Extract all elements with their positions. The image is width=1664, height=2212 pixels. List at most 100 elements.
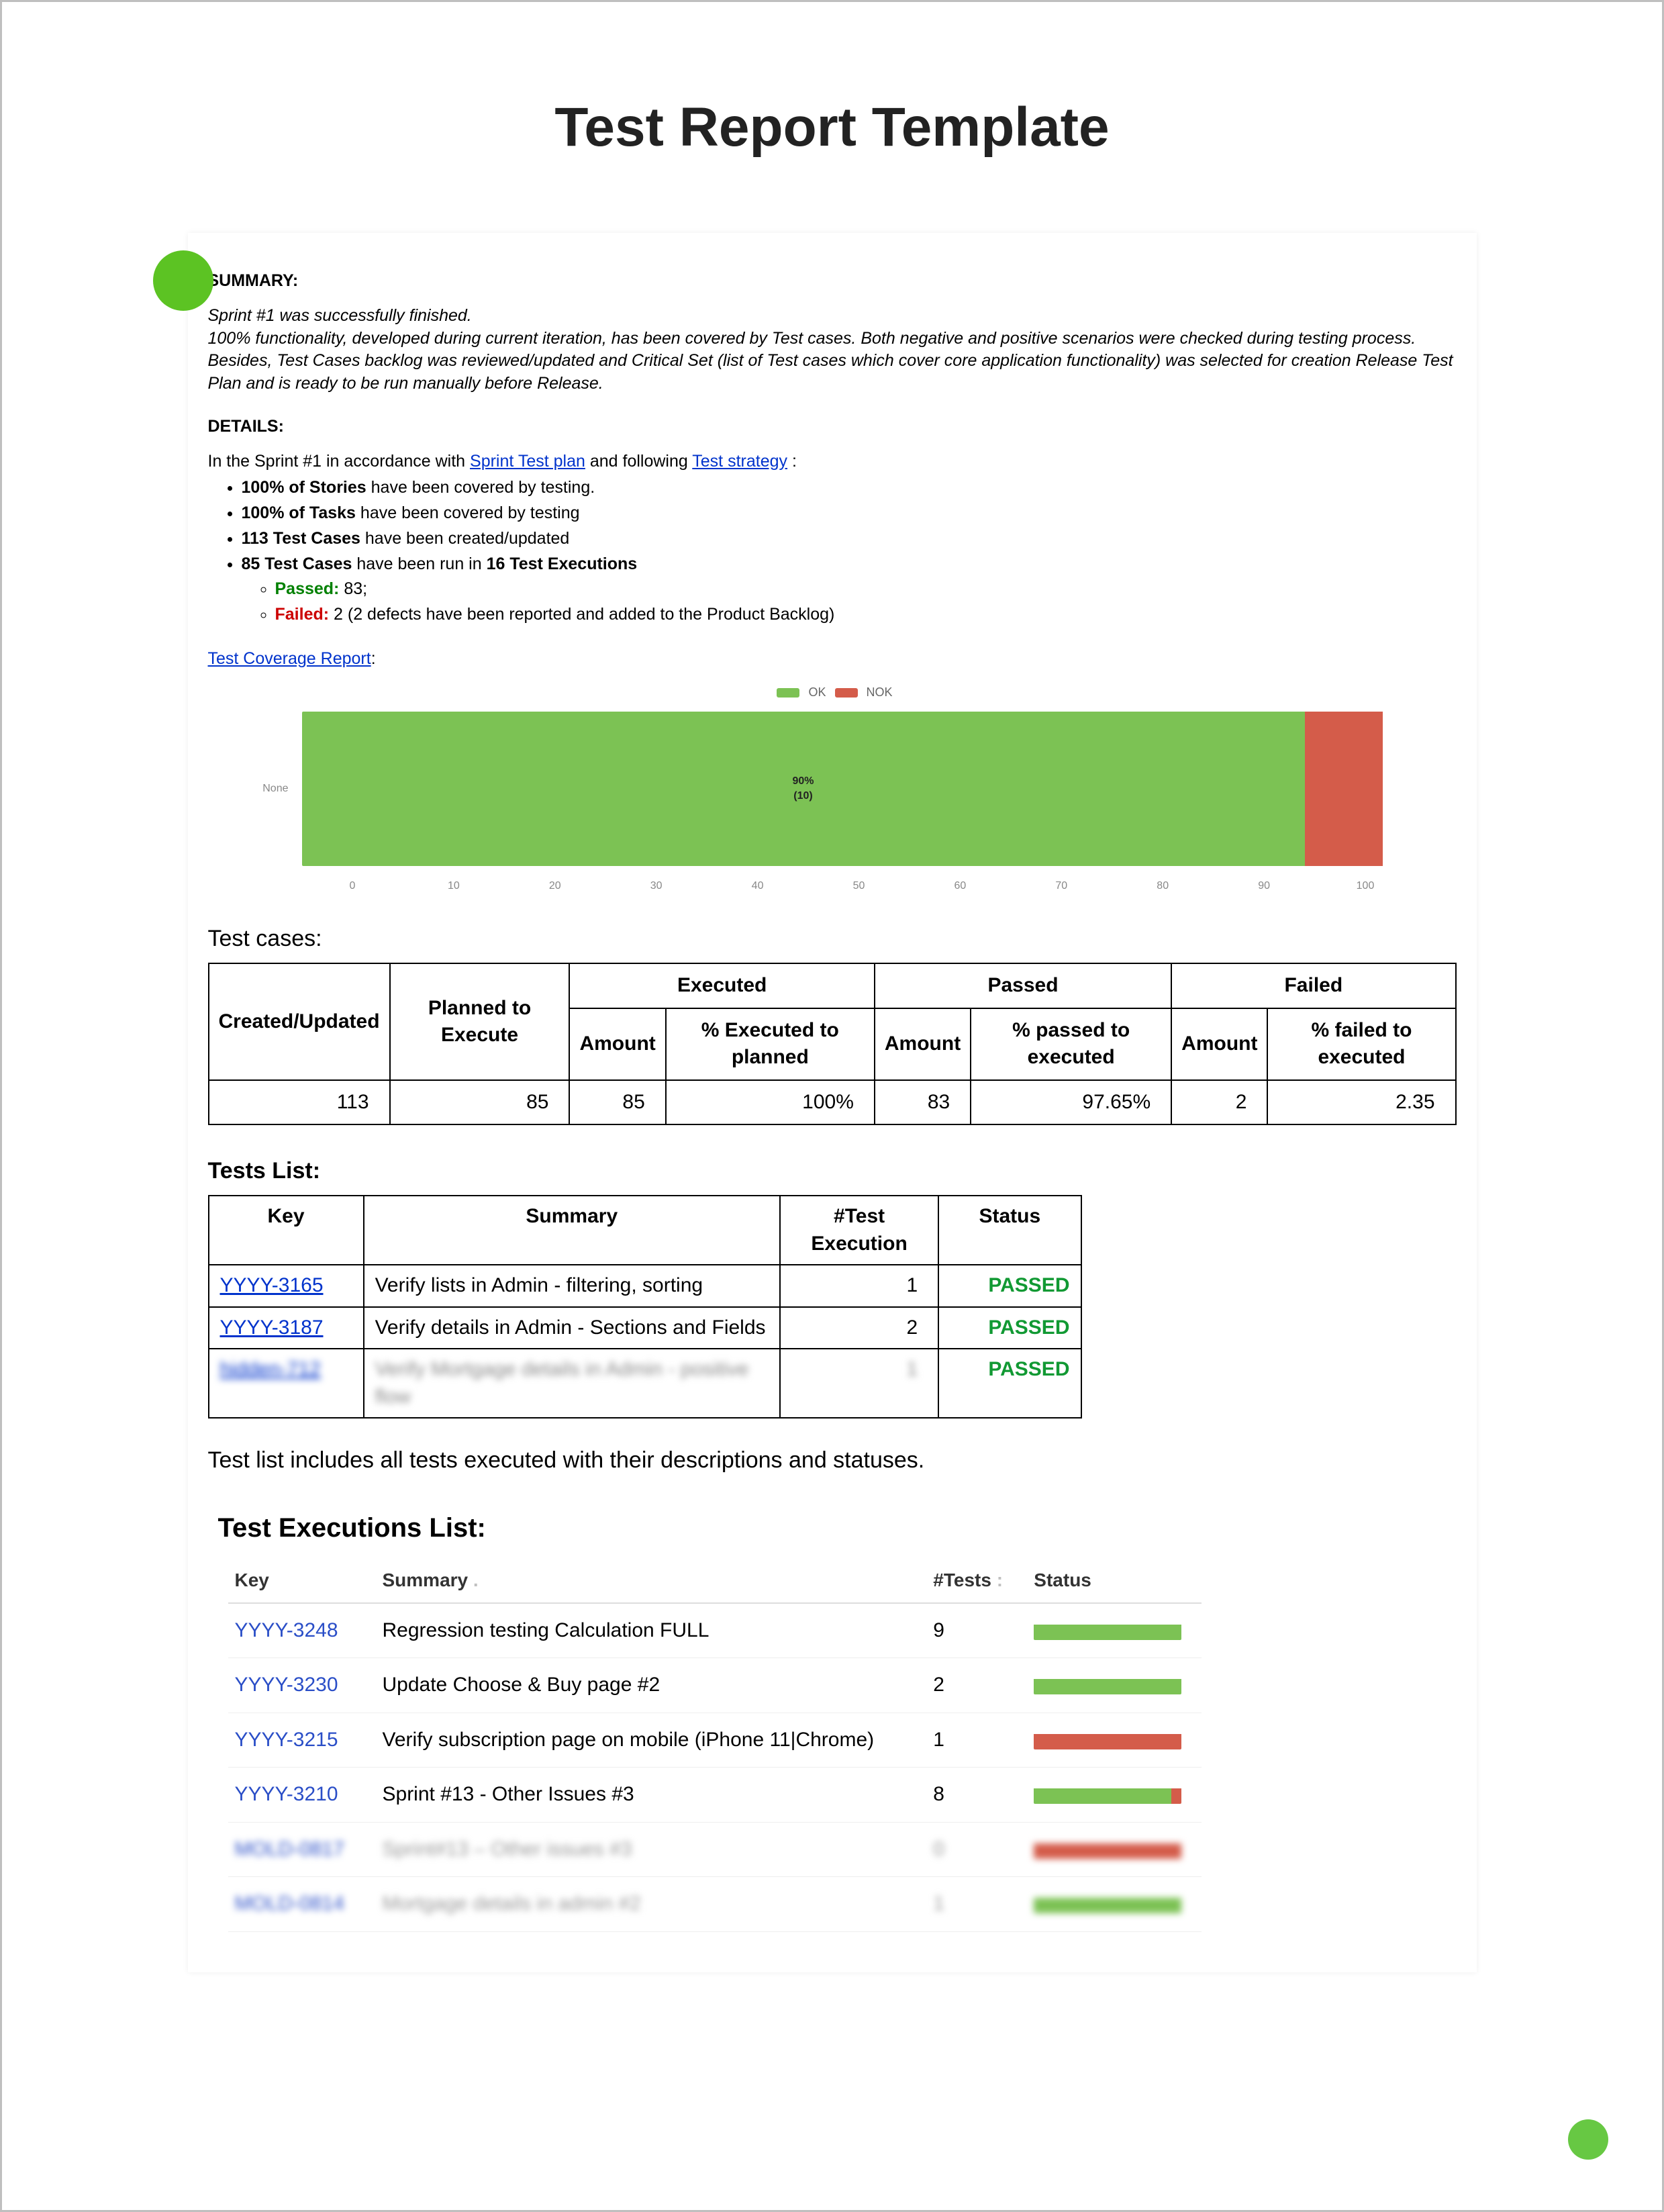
detail-item-tasks-rest: have been covered by testing xyxy=(356,503,580,522)
status-bar xyxy=(1034,1786,1181,1804)
execution-tests-count: 1 xyxy=(926,1877,1027,1932)
sprint-test-plan-link[interactable]: Sprint Test plan xyxy=(470,452,585,471)
execution-key-link[interactable]: YYYY-3215 xyxy=(235,1729,338,1751)
failed-line: Failed: 2 (2 defects have been reported … xyxy=(275,604,1457,626)
execution-tests-count: 1 xyxy=(926,1713,1027,1768)
summary-heading: SUMMARY: xyxy=(208,270,1457,293)
execution-summary: Verify subscription page on mobile (iPho… xyxy=(376,1713,927,1768)
details-intro-pre: In the Sprint #1 in accordance with xyxy=(208,452,471,471)
h-fail-pct: % failed to executed xyxy=(1267,1008,1455,1080)
test-status: PASSED xyxy=(938,1307,1081,1349)
execution-row: YYYY-3210Sprint #13 - Other Issues #38 xyxy=(228,1768,1202,1823)
chart-x-axis: 0102030405060708090100 xyxy=(302,879,1416,894)
test-key-link: hidden-712 xyxy=(220,1358,321,1380)
x-tick: 40 xyxy=(707,879,808,894)
x-tick: 100 xyxy=(1315,879,1416,894)
test-exec-count: 1 xyxy=(780,1265,938,1307)
detail-item-stories-rest: have been covered by testing. xyxy=(366,478,595,497)
bar-segment-ok: 90% (10) xyxy=(302,712,1305,866)
test-coverage-report-link[interactable]: Test Coverage Report xyxy=(208,648,371,671)
test-strategy-link[interactable]: Test strategy xyxy=(692,452,787,471)
bar-y-category: None xyxy=(248,781,289,796)
tc-h-failed: Failed xyxy=(1171,963,1455,1008)
detail-item-stories: 100% of Stories have been covered by tes… xyxy=(242,477,1457,499)
failed-rest: 2 (2 defects have been reported and adde… xyxy=(329,605,834,624)
test-summary: Verify details in Admin - Sections and F… xyxy=(364,1307,780,1349)
x-tick: 10 xyxy=(403,879,504,894)
bar-data-label: 90% (10) xyxy=(792,774,814,803)
tc-pass-pct: 97.65% xyxy=(971,1080,1171,1125)
tc-h-created: Created/Updated xyxy=(209,963,390,1080)
tc-fail-pct: 2.35 xyxy=(1267,1080,1455,1125)
test-key-link[interactable]: YYYY-3187 xyxy=(220,1316,324,1339)
tests-list-caption: Test list includes all tests executed wi… xyxy=(208,1445,1457,1476)
tc-created: 113 xyxy=(209,1080,390,1125)
passed-line: Passed: 83; xyxy=(275,578,1457,601)
detail-item-cases-bold: 113 Test Cases xyxy=(242,529,360,548)
status-bar-fail xyxy=(1034,1843,1181,1859)
summary-line-3: Besides, Test Cases backlog was reviewed… xyxy=(208,350,1457,395)
tc-h-passed: Passed xyxy=(875,963,1171,1008)
decorative-dot-bottom xyxy=(1568,2119,1608,2160)
tc-fail-amount: 2 xyxy=(1171,1080,1267,1125)
bar-area: None 90% (10) xyxy=(248,708,1416,869)
summary-line-2: 100% functionality, developed during cur… xyxy=(208,328,1457,350)
status-bar-pass xyxy=(1034,1788,1171,1804)
detail-item-tasks-bold: 100% of Tasks xyxy=(242,503,356,522)
tc-pass-amount: 83 xyxy=(875,1080,971,1125)
tc-exec-pct: 100% xyxy=(666,1080,875,1125)
execution-tests-count: 9 xyxy=(926,1603,1027,1658)
colon: : xyxy=(371,649,376,668)
tests-list-table: Key Summary #Test Execution Status YYYY-… xyxy=(208,1195,1082,1418)
tc-h-planned: Planned to Execute xyxy=(390,963,570,1080)
tl-h-count: #Test Execution xyxy=(780,1196,938,1265)
details-intro-mid: and following xyxy=(590,452,692,471)
x-tick: 90 xyxy=(1214,879,1315,894)
executions-label: Test Executions List: xyxy=(218,1510,1457,1546)
execution-row: YYYY-3215 Verify subscription page on mob… xyxy=(228,1713,1202,1768)
status-bar xyxy=(1034,1623,1181,1640)
executions-table: Key Summary . #Tests : Status YYYY-3248 R… xyxy=(228,1558,1202,1932)
execution-row: YYYY-3230Update Choose & Buy page #22 xyxy=(228,1658,1202,1713)
execution-summary: Mortgage details in admin #2 xyxy=(376,1877,927,1932)
detail-item-cases-rest: have been created/updated xyxy=(360,529,569,548)
h-exec-amount: Amount xyxy=(569,1008,665,1080)
status-bar xyxy=(1034,1896,1181,1913)
tc-h-executed: Executed xyxy=(569,963,874,1008)
h-pass-pct: % passed to executed xyxy=(971,1008,1171,1080)
execution-key-link[interactable]: YYYY-3210 xyxy=(235,1783,338,1805)
status-bar-fail xyxy=(1171,1788,1181,1804)
detail-item-cases: 113 Test Cases have been created/updated xyxy=(242,528,1457,550)
tests-list-row: YYYY-3165Verify lists in Admin - filteri… xyxy=(209,1265,1081,1307)
h-fail-amount: Amount xyxy=(1171,1008,1267,1080)
failed-label: Failed: xyxy=(275,605,330,624)
test-cases-table: Created/Updated Planned to Execute Execu… xyxy=(208,963,1457,1125)
tl-header-row: Key Summary #Test Execution Status xyxy=(209,1196,1081,1265)
page-title: Test Report Template xyxy=(42,96,1622,159)
ex-header-row: Key Summary . #Tests : Status xyxy=(228,1558,1202,1603)
h-pass-amount: Amount xyxy=(875,1008,971,1080)
execution-key-link[interactable]: YYYY-3248 xyxy=(235,1619,338,1641)
execution-tests-count: 0 xyxy=(926,1822,1027,1877)
ex-h-summary: Summary . xyxy=(376,1558,927,1603)
execution-tests-count: 8 xyxy=(926,1768,1027,1823)
ex-h-tests-text: #Tests xyxy=(933,1570,991,1590)
tc-data-row: 113 85 85 100% 83 97.65% 2 2.35 xyxy=(209,1080,1456,1125)
execution-key-link[interactable]: YYYY-3230 xyxy=(235,1674,338,1696)
execution-summary: Regression testing Calculation FULL xyxy=(376,1603,927,1658)
x-tick: 50 xyxy=(808,879,910,894)
status-bar xyxy=(1034,1732,1181,1749)
details-intro-post: : xyxy=(792,452,797,471)
report-body: SUMMARY: Sprint #1 was successfully fini… xyxy=(188,233,1477,1972)
tests-list-row: YYYY-3187 Verify details in Admin - Secti… xyxy=(209,1307,1081,1349)
legend-swatch-nok xyxy=(835,688,858,698)
x-tick: 70 xyxy=(1011,879,1112,894)
ex-h-status: Status xyxy=(1027,1558,1202,1603)
passed-label: Passed: xyxy=(275,579,340,598)
tl-h-status: Status xyxy=(938,1196,1081,1265)
bar-track: 90% (10) xyxy=(302,712,1416,866)
tc-exec-amount: 85 xyxy=(569,1080,665,1125)
test-exec-count: 2 xyxy=(780,1307,938,1349)
bar-segment-gap xyxy=(1383,712,1416,866)
test-key-link[interactable]: YYYY-3165 xyxy=(220,1274,324,1296)
